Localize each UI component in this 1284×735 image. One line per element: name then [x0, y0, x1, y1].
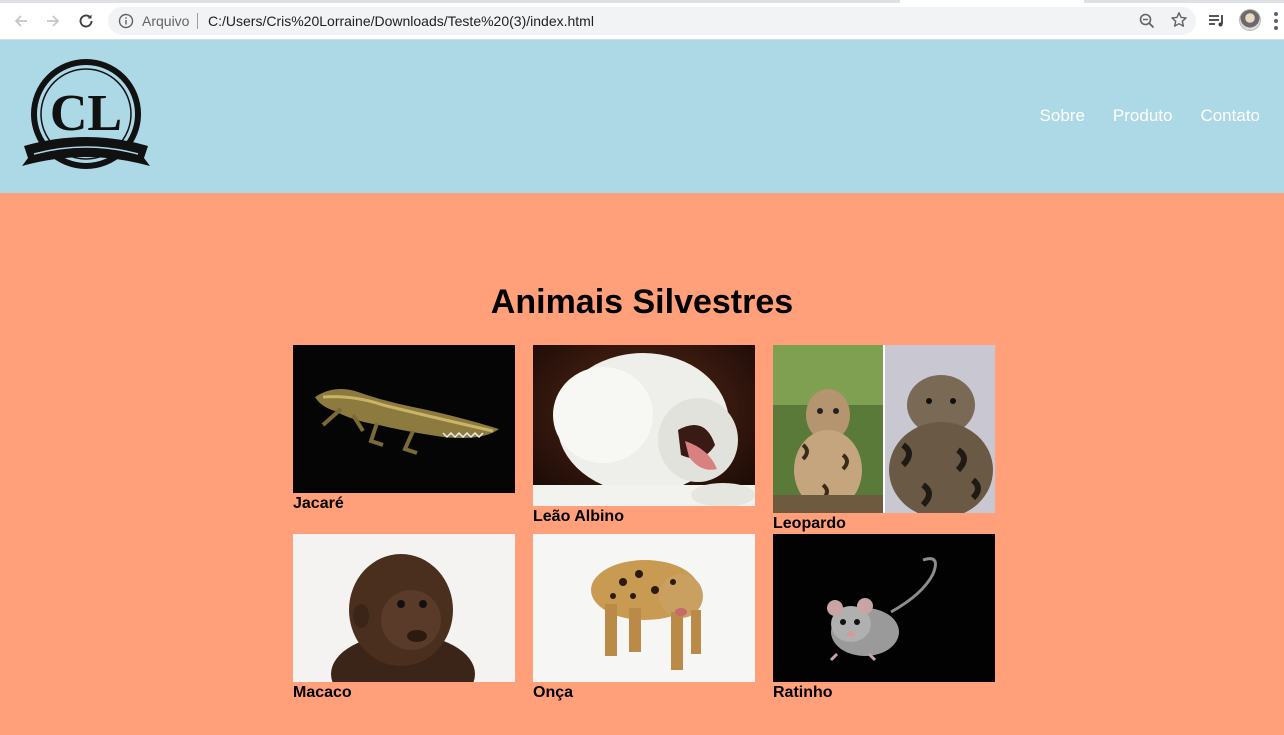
profile-avatar[interactable]: [1239, 9, 1261, 31]
site-header: CL Sobre Produto Contato: [0, 40, 1284, 193]
white-lion-photo: [533, 345, 755, 506]
clouded-leopard-photo: [773, 345, 995, 513]
tab-strip: [0, 0, 1284, 3]
active-tab-edge: [900, 0, 1084, 3]
nav-link-contato[interactable]: Contato: [1200, 106, 1260, 126]
baby-gorilla-photo: [293, 534, 515, 682]
browser-toolbar: Arquivo C:/Users/Cris%20Lorraine/Downloa…: [0, 0, 1284, 40]
svg-text:CL: CL: [50, 85, 122, 142]
reload-icon: [79, 14, 93, 28]
crocodile-photo: [293, 345, 515, 493]
bookmark-star-icon[interactable]: [1170, 11, 1188, 29]
nav-link-produto[interactable]: Produto: [1113, 106, 1173, 126]
animal-card-macaco[interactable]: Macaco: [293, 534, 515, 702]
jaguar-photo: [533, 534, 755, 682]
animal-card-jacare[interactable]: Jacaré: [293, 345, 515, 513]
animal-card-onca[interactable]: Onça: [533, 534, 755, 702]
info-icon[interactable]: [118, 13, 134, 29]
page-title: Animais Silvestres: [490, 283, 794, 321]
cl-logo[interactable]: CL: [18, 58, 154, 174]
arrow-left-icon: [14, 15, 27, 27]
url-text[interactable]: C:/Users/Cris%20Lorraine/Downloads/Teste…: [208, 13, 594, 29]
arrow-right-icon: [47, 15, 60, 27]
animal-caption: Leão Albino: [533, 508, 624, 525]
omnibox-divider: [197, 13, 198, 29]
animal-caption: Jacaré: [293, 495, 344, 512]
animal-caption: Ratinho: [773, 684, 833, 701]
media-queue-icon[interactable]: [1206, 10, 1228, 32]
animal-card-leao-albino[interactable]: Leão Albino: [533, 345, 755, 526]
animal-card-leopardo[interactable]: Leopardo: [773, 345, 995, 533]
animal-caption: Macaco: [293, 684, 352, 701]
zoom-icon[interactable]: [1138, 12, 1156, 30]
animal-caption: Leopardo: [773, 515, 846, 532]
address-bar[interactable]: Arquivo C:/Users/Cris%20Lorraine/Downloa…: [108, 7, 1196, 35]
back-button[interactable]: [10, 10, 32, 32]
nav-link-sobre[interactable]: Sobre: [1040, 106, 1085, 126]
forward-button[interactable]: [42, 10, 64, 32]
menu-icon[interactable]: [1274, 12, 1278, 30]
site-nav: Sobre Produto Contato: [1040, 106, 1260, 126]
possum-photo: [773, 534, 995, 682]
animal-card-ratinho[interactable]: Ratinho: [773, 534, 995, 702]
reload-button[interactable]: [75, 10, 97, 32]
animal-caption: Onça: [533, 684, 574, 701]
scheme-label: Arquivo: [142, 13, 190, 29]
